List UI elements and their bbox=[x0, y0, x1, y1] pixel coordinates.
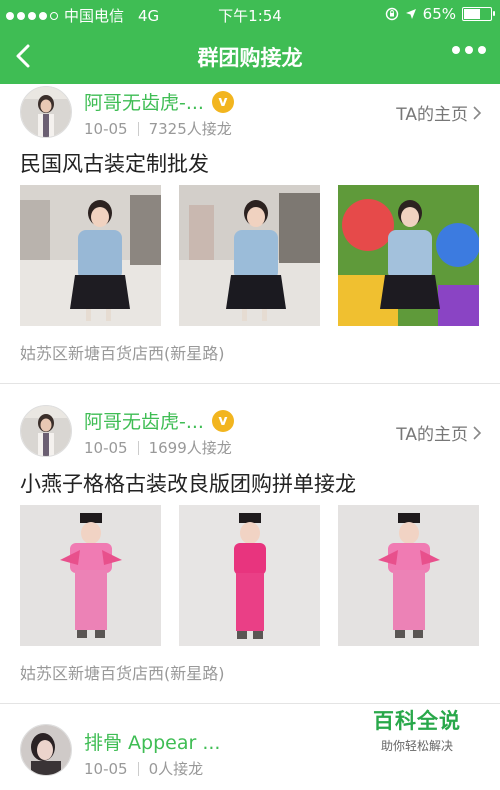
chevron-right-icon bbox=[473, 105, 482, 120]
user-name[interactable]: 阿哥无齿虎-... bbox=[84, 88, 204, 115]
page-title: 群团购接龙 bbox=[197, 46, 303, 70]
orientation-lock-icon bbox=[385, 7, 398, 21]
post-meta: 10-05 1699人接龙 bbox=[84, 437, 232, 458]
profile-link[interactable]: TA的主页 bbox=[396, 100, 482, 125]
post-photo[interactable] bbox=[20, 505, 161, 646]
profile-link-label: TA的主页 bbox=[396, 425, 468, 445]
post-photo[interactable] bbox=[338, 185, 479, 326]
user-row: 排骨 Appear ... bbox=[84, 728, 220, 755]
post-feed[interactable]: 阿哥无齿虎-... v 10-05 7325人接龙 TA的主页 民国风古装定制批… bbox=[0, 84, 500, 790]
nav-bar: 群团购接龙 bbox=[0, 28, 500, 84]
profile-link-label: TA的主页 bbox=[396, 105, 468, 125]
watermark-title: 百科全说 bbox=[373, 709, 461, 733]
post-date: 10-05 bbox=[84, 438, 128, 457]
post-card: 阿哥无齿虎-... v 10-05 7325人接龙 TA的主页 民国风古装定制批… bbox=[0, 84, 500, 384]
battery-icon bbox=[462, 7, 495, 21]
post-photo[interactable] bbox=[20, 185, 161, 326]
participant-count: 1699人接龙 bbox=[148, 439, 232, 457]
post-title[interactable]: 民国风古装定制批发 bbox=[20, 148, 209, 178]
user-row: 阿哥无齿虎-... v bbox=[84, 88, 234, 115]
status-bar: 中国电信 4G 下午1:54 65% bbox=[0, 0, 500, 28]
battery-percent: 65% bbox=[422, 5, 456, 23]
post-card: 阿哥无齿虎-... v 10-05 1699人接龙 TA的主页 小燕子格格古装改… bbox=[0, 384, 500, 704]
user-row: 阿哥无齿虎-... v bbox=[84, 407, 234, 434]
post-meta: 10-05 0人接龙 bbox=[84, 758, 203, 779]
post-date: 10-05 bbox=[84, 119, 128, 138]
avatar[interactable] bbox=[20, 724, 72, 776]
watermark-subtitle: 助你轻松解决 bbox=[380, 739, 453, 753]
photo-grid bbox=[20, 185, 479, 326]
user-name[interactable]: 排骨 Appear ... bbox=[84, 728, 220, 755]
post-photo[interactable] bbox=[179, 185, 320, 326]
user-name[interactable]: 阿哥无齿虎-... bbox=[84, 407, 204, 434]
post-date: 10-05 bbox=[84, 759, 128, 778]
post-meta: 10-05 7325人接龙 bbox=[84, 118, 232, 139]
more-options-icon[interactable] bbox=[452, 46, 486, 54]
location-arrow-icon bbox=[405, 9, 416, 19]
post-address: 姑苏区新塘百货店西(新星路) bbox=[20, 344, 225, 363]
chevron-right-icon bbox=[473, 425, 482, 440]
photo-grid bbox=[20, 505, 479, 646]
verified-badge-icon: v bbox=[211, 409, 234, 432]
verified-badge-icon: v bbox=[211, 90, 234, 113]
post-title[interactable]: 小燕子格格古装改良版团购拼单接龙 bbox=[20, 468, 356, 498]
post-photo[interactable] bbox=[179, 505, 320, 646]
participant-count: 7325人接龙 bbox=[148, 120, 232, 138]
avatar[interactable] bbox=[20, 405, 72, 457]
post-address: 姑苏区新塘百货店西(新星路) bbox=[20, 664, 225, 683]
profile-link[interactable]: TA的主页 bbox=[396, 420, 482, 445]
avatar[interactable] bbox=[20, 86, 72, 138]
post-photo[interactable] bbox=[338, 505, 479, 646]
watermark-logo: 百科全说 助你轻松解决 bbox=[347, 705, 487, 767]
status-right: 65% bbox=[385, 5, 495, 23]
participant-count: 0人接龙 bbox=[148, 760, 204, 778]
